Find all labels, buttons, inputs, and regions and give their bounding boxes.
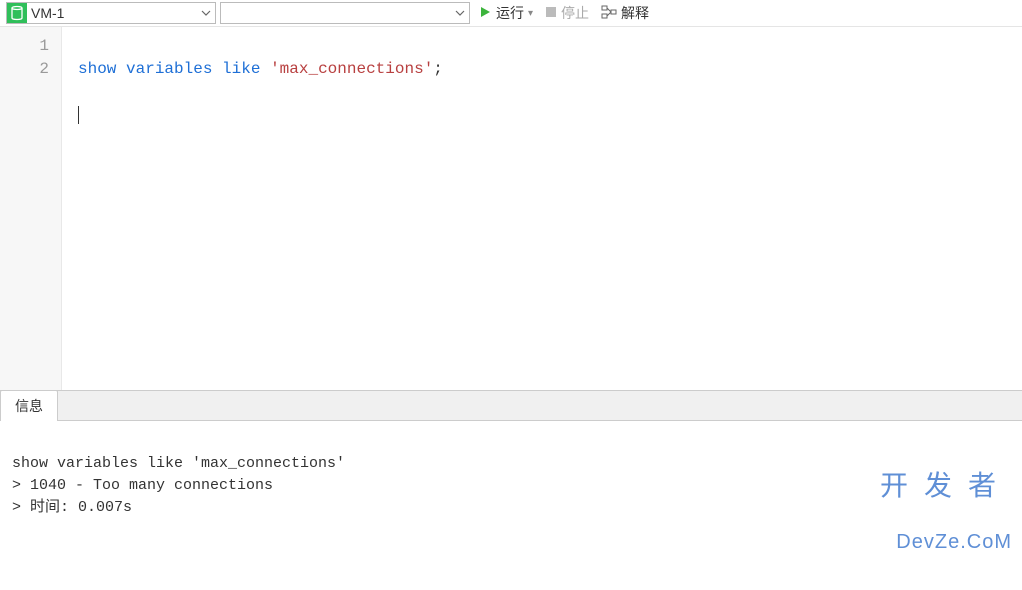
code-line: [78, 104, 1022, 127]
watermark: 开发者 DevZe.CoM: [880, 439, 1012, 584]
explain-icon: [601, 5, 617, 22]
explain-button[interactable]: 解释: [597, 2, 653, 24]
output-line: > 1040 - Too many connections: [12, 477, 273, 494]
connection-label: VM-1: [27, 5, 197, 21]
run-label: 运行: [496, 3, 524, 23]
tab-info[interactable]: 信息: [0, 390, 58, 421]
line-number: 2: [0, 58, 61, 81]
sql-editor[interactable]: 1 2 show variables like 'max_connections…: [0, 26, 1022, 390]
chevron-down-icon: [451, 8, 469, 18]
dropdown-caret-icon: ▾: [528, 8, 533, 19]
stop-icon: [545, 5, 557, 21]
stop-button[interactable]: 停止: [541, 2, 593, 24]
explain-label: 解释: [621, 3, 649, 23]
line-number: 1: [0, 35, 61, 58]
connection-dropdown[interactable]: VM-1: [6, 2, 216, 24]
output-line: show variables like 'max_connections': [12, 455, 345, 472]
stop-label: 停止: [561, 3, 589, 23]
output-tabs: 信息: [0, 391, 1022, 421]
code-line: show variables like 'max_connections';: [78, 58, 1022, 81]
line-gutter: 1 2: [0, 27, 62, 390]
database-dropdown[interactable]: [220, 2, 470, 24]
code-area[interactable]: show variables like 'max_connections';: [62, 27, 1022, 390]
watermark-cn: 开发者: [880, 471, 1012, 500]
chevron-down-icon: [197, 8, 215, 18]
output-panel: 信息 show variables like 'max_connections'…: [0, 390, 1022, 590]
output-line: > 时间: 0.007s: [12, 499, 132, 516]
watermark-en: DevZe.CoM: [880, 532, 1012, 553]
connection-icon: [7, 3, 27, 23]
output-text[interactable]: show variables like 'max_connections' > …: [0, 421, 1022, 590]
run-button[interactable]: 运行 ▾: [474, 2, 537, 24]
play-icon: [478, 5, 492, 22]
toolbar: VM-1 运行 ▾ 停止 解释: [0, 0, 1022, 26]
